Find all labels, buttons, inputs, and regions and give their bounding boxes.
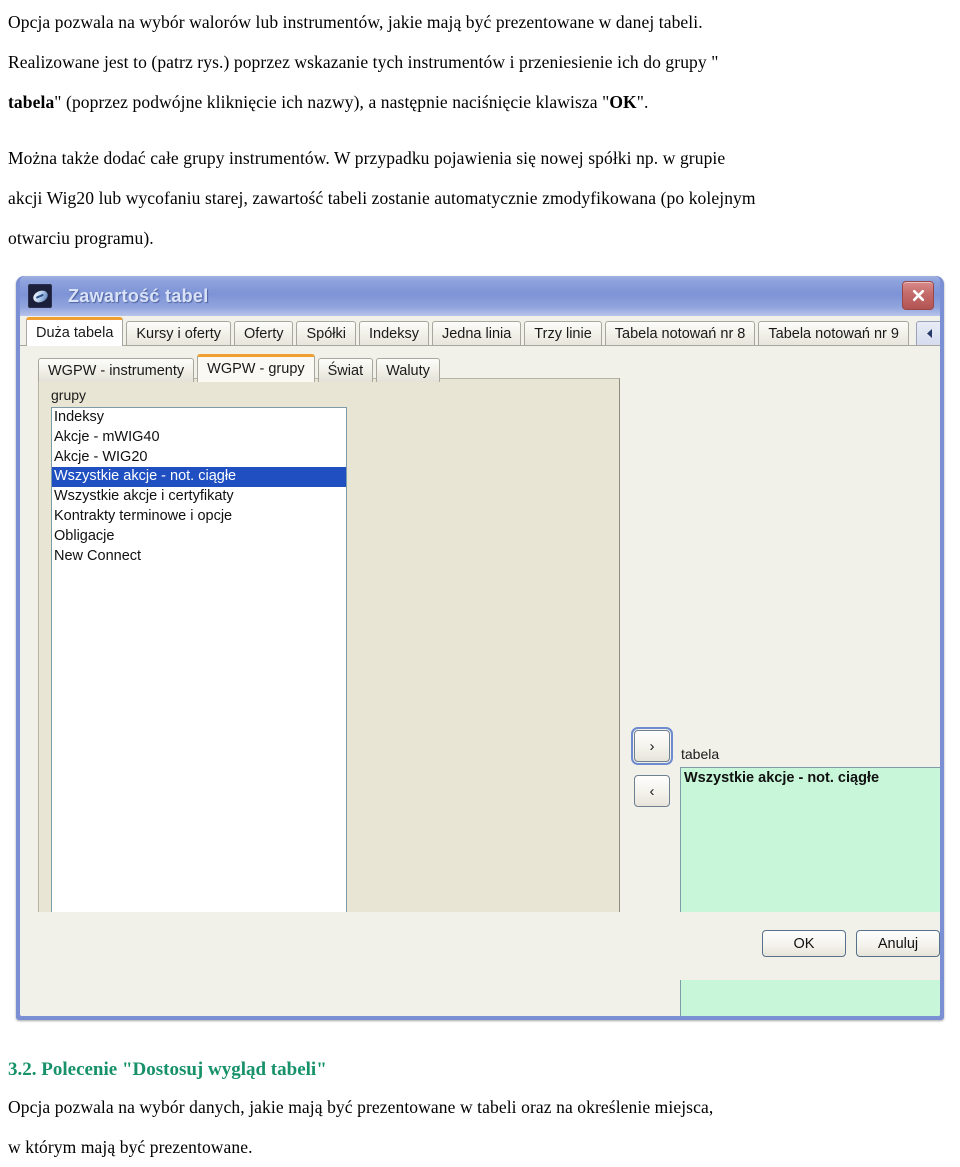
list-item[interactable]: Akcje - mWIG40 <box>52 428 346 448</box>
list-item-selected[interactable]: Wszystkie akcje - not. ciągłe <box>52 467 346 488</box>
chevron-left-icon[interactable] <box>925 328 934 339</box>
groups-panel: grupy Indeksy Akcje - mWIG40 Akcje - WIG… <box>38 378 620 948</box>
list-item[interactable]: New Connect <box>52 547 346 567</box>
tab-indeksy[interactable]: Indeksy <box>358 321 429 346</box>
groups-label: grupy <box>51 387 87 403</box>
cancel-button[interactable]: Anuluj <box>856 930 940 957</box>
closing-paragraph: Opcja pozwala na wybór danych, jakie maj… <box>8 1087 952 1167</box>
tab-duza-tabela[interactable]: Duża tabela <box>26 317 124 346</box>
app-logo-icon <box>28 284 52 308</box>
subtab-swiat[interactable]: Świat <box>317 358 374 382</box>
tab-tabela-notowan-nr-9[interactable]: Tabela notowań nr 9 <box>758 321 909 346</box>
list-item[interactable]: Obligacje <box>52 527 346 547</box>
closing-line-1: Opcja pozwala na wybór danych, jakie maj… <box>8 1097 714 1117</box>
intro-line-2: Realizowane jest to (patrz rys.) poprzez… <box>8 52 719 72</box>
subtab-waluty[interactable]: Waluty <box>376 358 440 382</box>
list-item[interactable]: Kontrakty terminowe i opcje <box>52 507 346 527</box>
subtab-wgpw-instrumenty[interactable]: WGPW - instrumenty <box>38 358 195 382</box>
dialog-footer: OK Anuluj <box>20 912 940 980</box>
second-line-2: akcji Wig20 lub wycofaniu starej, zawart… <box>8 188 756 208</box>
bold-ok: OK <box>609 92 637 112</box>
window-title: Zawartość tabel <box>68 285 209 306</box>
list-item[interactable]: Wszystkie akcje - not. ciągłe <box>681 768 940 788</box>
ok-button[interactable]: OK <box>762 930 846 957</box>
list-item[interactable]: Indeksy <box>52 408 346 428</box>
main-tab-strip: Duża tabela Kursy i oferty Oferty Spółki… <box>20 316 940 346</box>
window-inner: Zawartość tabel Duża tabela Kursy i ofer… <box>20 276 940 1016</box>
second-paragraph: Można także dodać całe grupy instrumentó… <box>8 138 952 258</box>
close-icon[interactable] <box>902 281 934 310</box>
bold-tabela: tabela <box>8 92 55 112</box>
tab-oferty[interactable]: Oferty <box>234 321 294 346</box>
move-right-button[interactable]: › <box>631 727 673 765</box>
tab-spolki[interactable]: Spółki <box>296 321 356 346</box>
tab-kursy-i-oferty[interactable]: Kursy i oferty <box>126 321 231 346</box>
intro-line-1: Opcja pozwala na wybór walorów lub instr… <box>8 12 703 32</box>
closing-line-2: w którym mają być prezentowane. <box>8 1137 253 1157</box>
tab-scroll-buttons[interactable] <box>915 321 940 346</box>
section-3-2: 3.2. Polecenie "Dostosuj wygląd tabeli" … <box>8 1053 952 1167</box>
table-label: tabela <box>681 746 720 762</box>
zawartosc-tabel-window: Zawartość tabel Duża tabela Kursy i ofer… <box>16 276 944 1020</box>
title-bar: Zawartość tabel <box>20 276 940 316</box>
tab-trzy-linie[interactable]: Trzy linie <box>524 321 602 346</box>
sub-tab-strip: WGPW - instrumenty WGPW - grupy Świat Wa… <box>38 354 443 382</box>
tab-jedna-linia[interactable]: Jedna linia <box>431 321 522 346</box>
move-left-button[interactable]: ‹ <box>634 775 670 807</box>
list-item[interactable]: Akcje - WIG20 <box>52 448 346 468</box>
intro-line-3-tail: ". <box>636 92 649 112</box>
intro-paragraph: Opcja pozwala na wybór walorów lub instr… <box>8 2 952 122</box>
page-title: 3.2. Polecenie "Dostosuj wygląd tabeli" <box>8 1059 327 1080</box>
groups-listbox[interactable]: Indeksy Akcje - mWIG40 Akcje - WIG20 Wsz… <box>51 407 347 935</box>
list-item[interactable]: Wszystkie akcje i certyfikaty <box>52 487 346 507</box>
intro-line-3: tabela" (poprzez podwójne kliknięcie ich… <box>8 82 952 122</box>
tab-page-duza-tabela: WGPW - instrumenty WGPW - grupy Świat Wa… <box>20 345 940 1016</box>
intro-line-3-rest: " (poprzez podwójne kliknięcie ich nazwy… <box>54 92 610 112</box>
second-line-1: Można także dodać całe grupy instrumentó… <box>8 148 726 168</box>
second-line-3: otwarciu programu). <box>8 228 154 248</box>
subtab-wgpw-grupy[interactable]: WGPW - grupy <box>197 354 315 382</box>
app-logo-oval <box>30 287 50 305</box>
tab-tabela-notowan-nr-8[interactable]: Tabela notowań nr 8 <box>604 321 756 346</box>
